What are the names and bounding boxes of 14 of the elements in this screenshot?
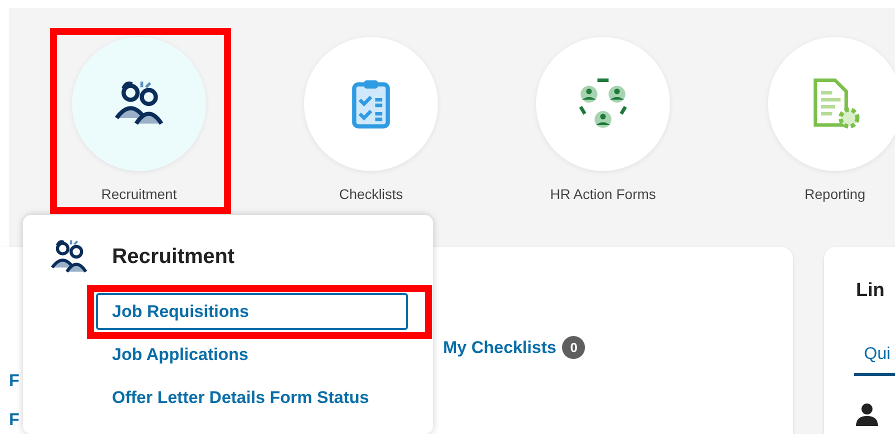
my-checklists-link[interactable]: My Checklists (443, 335, 556, 360)
tile-label: Checklists (339, 185, 403, 204)
tile-label: Recruitment (101, 185, 177, 204)
link-text: F (9, 372, 20, 389)
menu-item[interactable]: Job Requisitions (96, 293, 408, 330)
menu-item[interactable]: Job Applications (96, 336, 408, 373)
menu-item[interactable]: Offer Letter Details Form Status (96, 379, 408, 416)
tab[interactable]: Qui (854, 341, 895, 376)
link-text: F (9, 411, 20, 428)
person-icon (855, 402, 879, 426)
tile-label: Reporting (804, 185, 866, 204)
tile-label: HR Action Forms (550, 185, 656, 204)
dropdown-title: Recruitment (112, 244, 235, 270)
card-title: Lin (856, 279, 884, 303)
